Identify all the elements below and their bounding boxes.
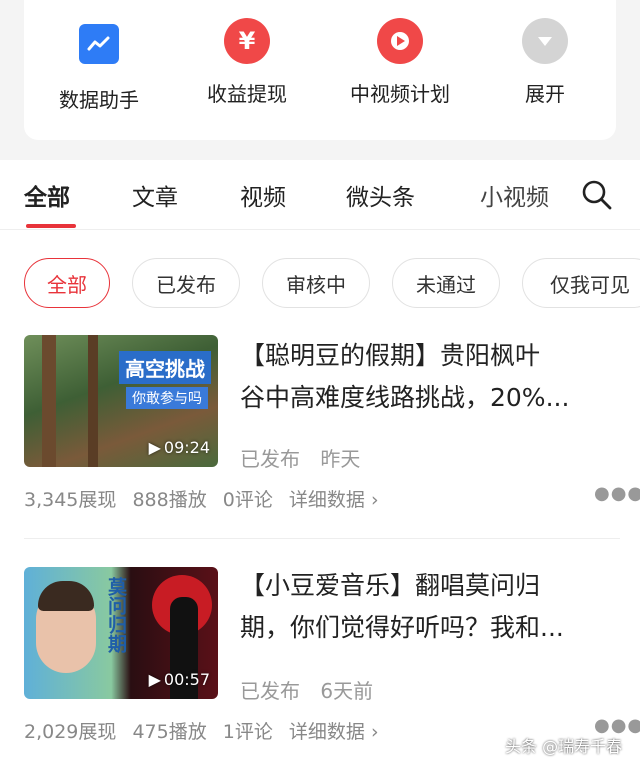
status-filter-bar: 全部 已发布 审核中 未通过 仅我可见 (0, 230, 640, 340)
comments-count: 0评论 (222, 489, 273, 511)
hair-image (38, 581, 94, 611)
plays-count: 888播放 (132, 489, 207, 511)
status-text: 已发布 (240, 679, 300, 703)
title-line: 期，你们觉得好听吗？我和... (240, 613, 564, 642)
content-list-panel: 全部 文章 视频 微头条 小视频 全部 已发布 审核中 未通过 仅我可见 高空挑… (0, 160, 640, 767)
tab-videos[interactable]: 视频 (240, 178, 286, 212)
video-thumbnail[interactable]: 莫问归期 ▶ 00:57 (24, 567, 218, 699)
tool-label: 中视频计划 (350, 82, 450, 106)
views-count: 2,029展现 (24, 721, 117, 743)
creator-tools-card: 数据助手 ¥ 收益提现 中视频计划 展开 (24, 0, 616, 140)
tool-data-assistant[interactable]: 数据助手 (34, 18, 164, 113)
active-tab-indicator (26, 224, 76, 228)
detail-label: 详细数据 (288, 721, 365, 743)
video-duration: ▶ 09:24 (149, 438, 210, 457)
video-thumbnail[interactable]: 高空挑战 你敢参与吗 ▶ 09:24 (24, 335, 218, 467)
item-meta: 已发布 6天前 (240, 675, 373, 704)
tool-label: 数据助手 (59, 88, 139, 112)
yen-icon: ¥ (224, 18, 270, 64)
filter-under-review[interactable]: 审核中 (262, 258, 370, 308)
tool-video-plan[interactable]: 中视频计划 (330, 18, 470, 107)
play-icon: ▶ (148, 670, 161, 689)
title-line: 【小豆爱音乐】翻唱莫问归 (240, 571, 541, 600)
filter-all[interactable]: 全部 (24, 258, 110, 308)
divider (24, 538, 620, 539)
time-text: 6天前 (320, 679, 374, 703)
play-icon (377, 18, 423, 64)
chevron-down-icon (522, 18, 568, 64)
duration-text: 00:57 (163, 670, 210, 689)
filter-rejected[interactable]: 未通过 (392, 258, 500, 308)
watermark: 头条 @瑞寿千春 (505, 737, 623, 756)
video-duration: ▶ 00:57 (149, 670, 210, 689)
item-stats: 3,345展现 888播放 0评论 详细数据 › (24, 485, 379, 512)
detail-data-link[interactable]: 详细数据 › (289, 489, 379, 511)
status-text: 已发布 (240, 447, 300, 471)
thumbnail-caption: 高空挑战 (119, 351, 211, 384)
tool-label: 展开 (525, 82, 565, 106)
tool-label: 收益提现 (207, 82, 287, 106)
chevron-right-icon: › (370, 489, 379, 511)
thumbnail-caption: 你敢参与吗 (126, 387, 208, 409)
content-type-tabs: 全部 文章 视频 微头条 小视频 (0, 160, 640, 230)
views-count: 3,345展现 (24, 489, 117, 511)
tree-trunk (88, 335, 98, 467)
play-icon: ▶ (148, 438, 161, 457)
title-line: 【聪明豆的假期】贵阳枫叶 (240, 341, 541, 370)
item-title[interactable]: 【聪明豆的假期】贵阳枫叶 谷中高难度线路挑战，20%... (240, 335, 620, 419)
search-icon[interactable] (580, 178, 616, 214)
more-options-icon[interactable]: ●●● (594, 483, 640, 504)
item-title[interactable]: 【小豆爱音乐】翻唱莫问归 期，你们觉得好听吗？我和... (240, 565, 620, 649)
tab-short-videos[interactable]: 小视频 (480, 178, 549, 212)
detail-data-link[interactable]: 详细数据 › (289, 721, 379, 743)
plays-count: 475播放 (132, 721, 207, 743)
chart-icon (79, 24, 119, 64)
filter-private[interactable]: 仅我可见 (522, 258, 640, 308)
comments-count: 1评论 (222, 721, 273, 743)
time-text: 昨天 (320, 447, 361, 471)
filter-published[interactable]: 已发布 (132, 258, 240, 308)
item-stats: 2,029展现 475播放 1评论 详细数据 › (24, 717, 379, 744)
tab-all[interactable]: 全部 (24, 178, 70, 212)
detail-label: 详细数据 (288, 489, 365, 511)
tool-earnings[interactable]: ¥ 收益提现 (182, 18, 312, 107)
tab-articles[interactable]: 文章 (132, 178, 178, 212)
duration-text: 09:24 (163, 438, 210, 457)
item-meta: 已发布 昨天 (240, 443, 360, 472)
chevron-right-icon: › (370, 721, 379, 743)
thumbnail-caption: 莫问归期 (105, 577, 127, 653)
tree-trunk (42, 335, 56, 467)
tab-micro-posts[interactable]: 微头条 (346, 178, 415, 212)
title-line: 谷中高难度线路挑战，20%... (240, 383, 570, 412)
tool-expand[interactable]: 展开 (480, 18, 610, 107)
